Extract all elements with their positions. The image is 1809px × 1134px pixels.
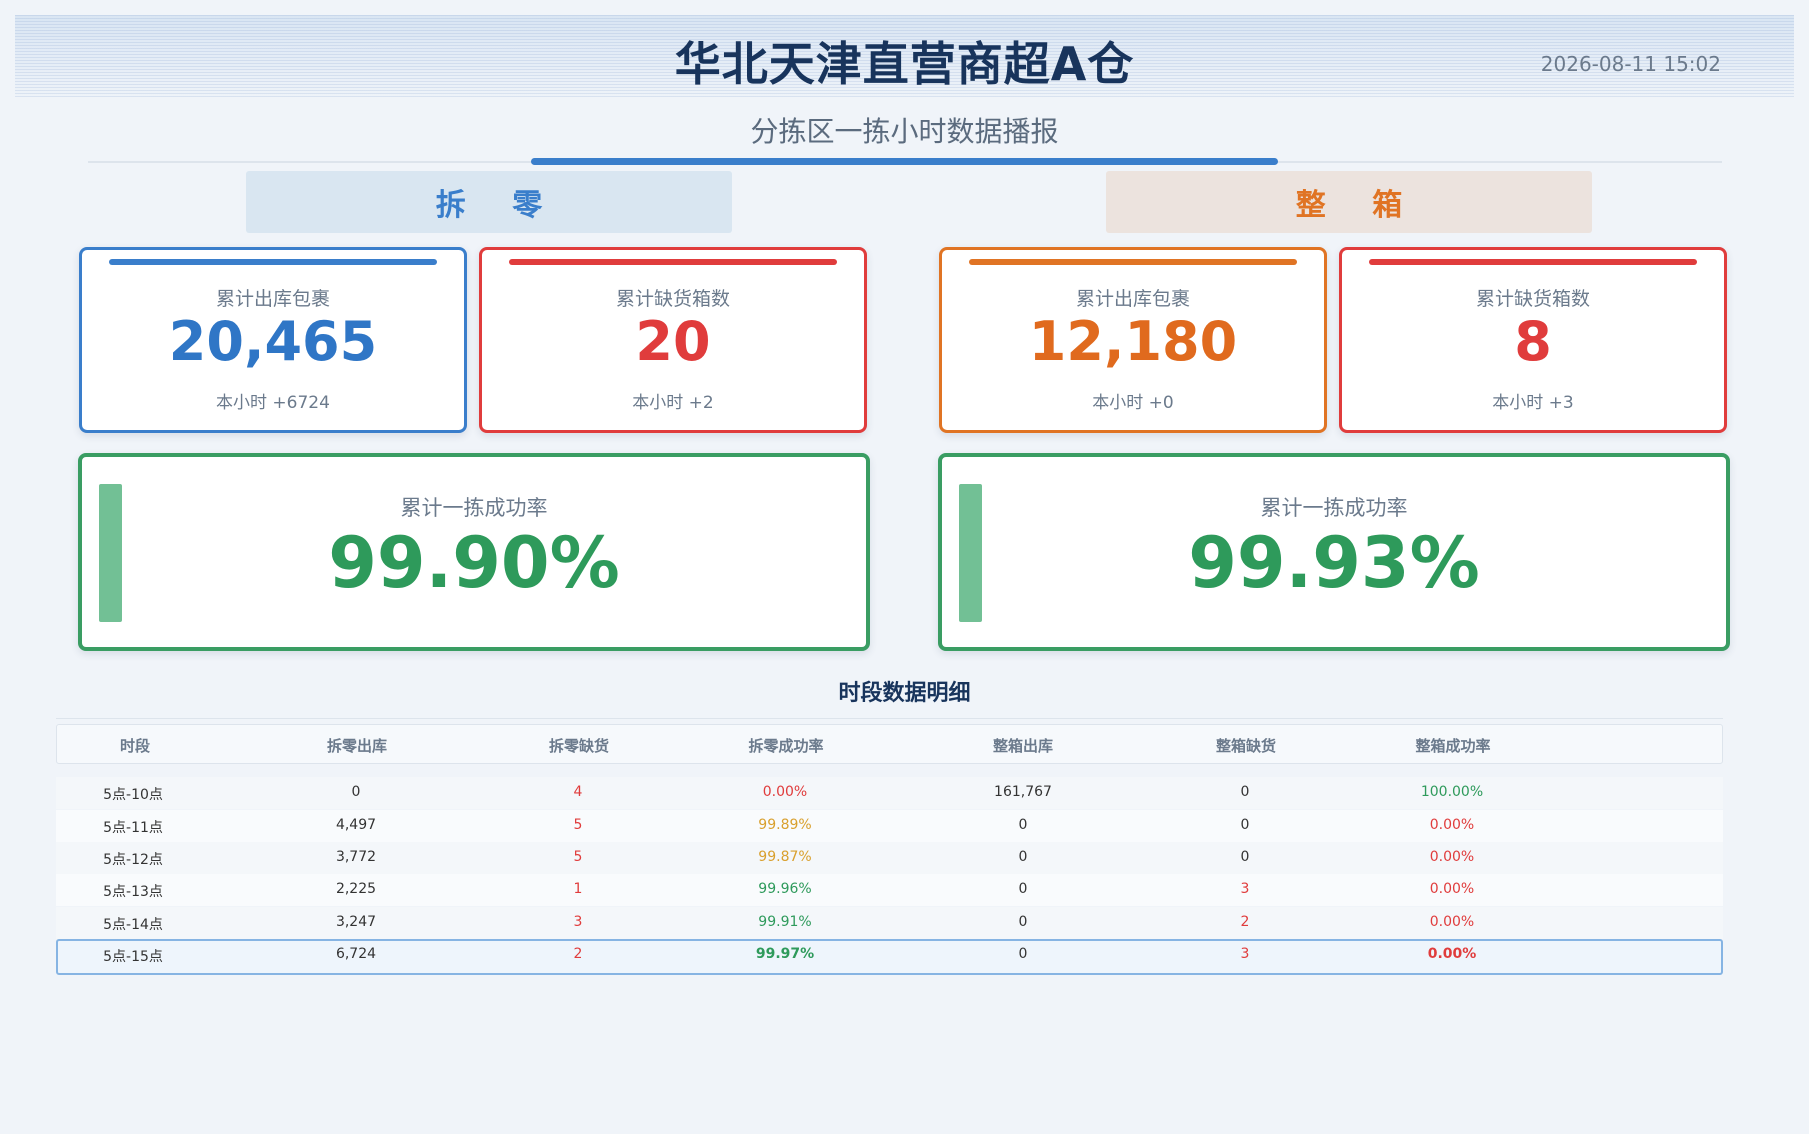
cell-split-outbound: 0 (351, 784, 361, 800)
cell-box-rate: 0.00% (1429, 817, 1475, 833)
box-outbound-card: 累计出库包裹 12,180 本小时 +0 (939, 247, 1327, 433)
cell-split-shortage: 3 (573, 914, 583, 930)
cell-box-shortage: 2 (1240, 914, 1250, 930)
split-shortage-card: 累计缺货箱数 20 本小时 +2 (479, 247, 867, 433)
column-header: 拆零缺货 (548, 737, 610, 755)
cell-box-outbound: 0 (1018, 849, 1028, 865)
cell-split-rate: 0.00% (762, 784, 808, 800)
card-top-bar (109, 259, 437, 265)
page-subtitle: 分拣区一拣小时数据播报 (750, 115, 1059, 148)
cell-period: 5点-13点 (103, 884, 163, 900)
card-hourly: 本小时 +3 (1492, 393, 1574, 413)
cell-box-shortage: 3 (1240, 881, 1250, 897)
card-hourly: 本小时 +2 (632, 393, 714, 413)
header-divider-accent (531, 158, 1278, 165)
card-value: 20 (635, 310, 711, 373)
split-rate-card: 累计一拣成功率 99.90% (78, 453, 870, 651)
card-top-bar (509, 259, 837, 265)
cell-split-rate: 99.87% (758, 849, 812, 865)
split-outbound-card: 累计出库包裹 20,465 本小时 +6724 (79, 247, 467, 433)
cell-box-rate: 100.00% (1420, 784, 1484, 800)
card-value: 8 (1514, 310, 1552, 373)
table-divider (56, 718, 1723, 719)
cell-box-rate: 0.00% (1427, 946, 1477, 962)
card-label: 累计出库包裹 (215, 288, 330, 310)
card-label: 累计出库包裹 (1075, 288, 1190, 310)
card-value: 20,465 (168, 310, 378, 373)
cell-split-rate: 99.89% (758, 817, 812, 833)
card-hourly: 本小时 +6724 (216, 393, 330, 413)
cell-box-outbound: 0 (1018, 881, 1028, 897)
column-header: 时段 (119, 737, 151, 755)
box-shortage-card: 累计缺货箱数 8 本小时 +3 (1339, 247, 1727, 433)
cell-split-shortage: 1 (573, 881, 583, 897)
table-title: 时段数据明细 (838, 681, 971, 706)
cell-box-shortage: 0 (1240, 849, 1250, 865)
card-value: 12,180 (1028, 310, 1238, 373)
cell-split-outbound: 4,497 (335, 817, 377, 833)
cell-split-shortage: 4 (573, 784, 583, 800)
cell-box-rate: 0.00% (1429, 881, 1475, 897)
cell-period: 5点-11点 (103, 820, 163, 836)
box-section-label: 整 箱 (1106, 171, 1592, 233)
datetime-stamp: 2026-08-11 15:02 (1540, 52, 1721, 76)
card-top-bar (1369, 259, 1697, 265)
cell-split-shortage: 2 (573, 946, 583, 962)
rate-value: 99.90% (328, 522, 620, 604)
table-row: 5点-11点 4,497 5 99.89% 0 0 0.00% (56, 810, 1723, 842)
cell-box-outbound: 0 (1018, 817, 1028, 833)
cell-period: 5点-15点 (103, 949, 163, 965)
column-header: 整箱出库 (992, 737, 1054, 755)
card-label: 累计缺货箱数 (1475, 288, 1590, 310)
cell-split-rate: 99.91% (758, 914, 812, 930)
cell-split-shortage: 5 (573, 849, 583, 865)
table-row: 5点-14点 3,247 3 99.91% 0 2 0.00% (56, 907, 1723, 939)
table-row: 5点-10点 0 4 0.00% 161,767 0 100.00% (56, 777, 1723, 809)
page-title: 华北天津直营商超A仓 (674, 37, 1135, 91)
table-row: 5点-12点 3,772 5 99.87% 0 0 0.00% (56, 842, 1723, 874)
column-header: 整箱成功率 (1415, 737, 1491, 755)
column-header: 整箱缺货 (1215, 737, 1277, 755)
column-header: 拆零出库 (326, 737, 388, 755)
table-row: 5点-13点 2,225 1 99.96% 0 3 0.00% (56, 874, 1723, 906)
rate-label: 累计一拣成功率 (1260, 496, 1408, 520)
cell-split-outbound: 3,247 (335, 914, 377, 930)
cell-box-shortage: 0 (1240, 784, 1250, 800)
cell-split-outbound: 2,225 (335, 881, 377, 897)
cell-box-shortage: 0 (1240, 817, 1250, 833)
cell-box-outbound: 161,767 (994, 784, 1052, 800)
rate-label: 累计一拣成功率 (400, 496, 548, 520)
cell-box-rate: 0.00% (1429, 914, 1475, 930)
card-hourly: 本小时 +0 (1092, 393, 1174, 413)
cell-split-rate: 99.96% (758, 881, 812, 897)
cell-box-rate: 0.00% (1429, 849, 1475, 865)
cell-box-outbound: 0 (1018, 946, 1028, 962)
cell-split-rate: 99.97% (755, 946, 815, 962)
cell-period: 5点-14点 (103, 917, 163, 933)
table-header: 时段 拆零出库 拆零缺货 拆零成功率 整箱出库 整箱缺货 整箱成功率 (56, 724, 1723, 764)
cell-box-shortage: 3 (1240, 946, 1250, 962)
rate-value: 99.93% (1188, 522, 1480, 604)
card-label: 累计缺货箱数 (615, 288, 730, 310)
cell-split-outbound: 3,772 (335, 849, 377, 865)
column-header: 拆零成功率 (748, 737, 824, 755)
cell-period: 5点-12点 (103, 852, 163, 868)
table-row-current: 5点-15点 6,724 2 99.97% 0 3 0.00% (56, 939, 1723, 975)
card-top-bar (969, 259, 1297, 265)
cell-split-outbound: 6,724 (335, 946, 377, 962)
box-rate-card: 累计一拣成功率 99.93% (938, 453, 1730, 651)
cell-box-outbound: 0 (1018, 914, 1028, 930)
split-section-label: 拆 零 (246, 171, 732, 233)
cell-split-shortage: 5 (573, 817, 583, 833)
cell-period: 5点-10点 (103, 787, 163, 803)
